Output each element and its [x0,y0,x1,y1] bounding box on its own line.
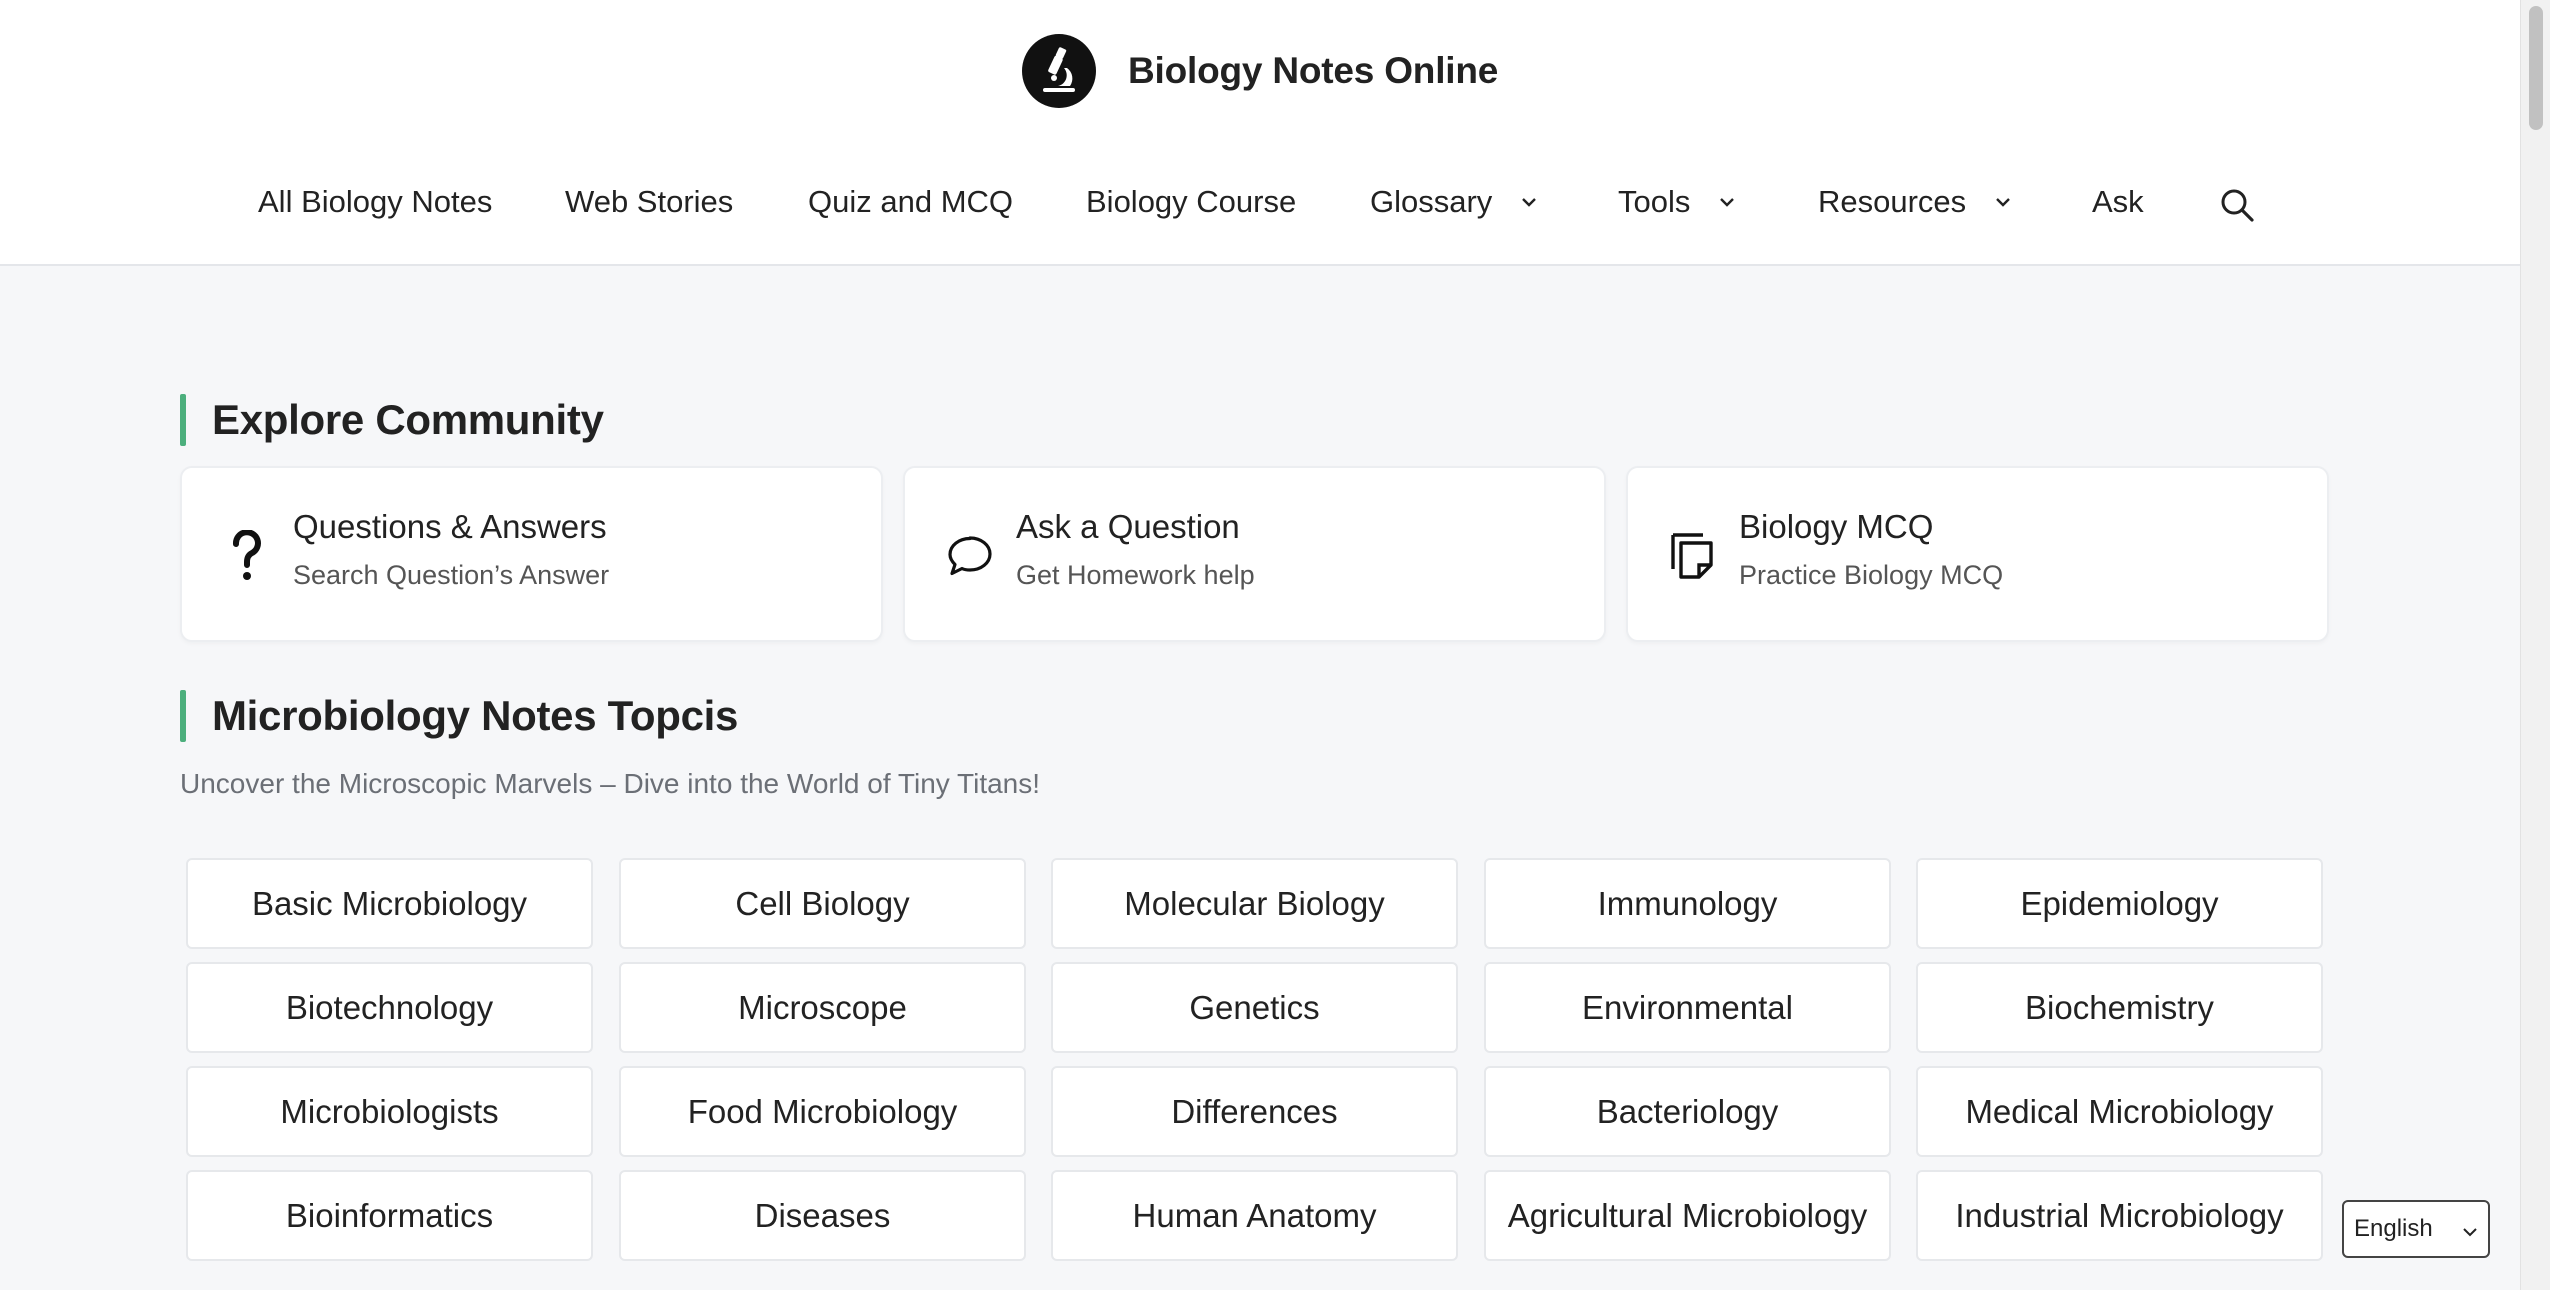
brand[interactable]: Biology Notes Online [1022,34,1498,108]
topic-button[interactable]: Bioinformatics [186,1170,593,1261]
topic-button[interactable]: Medical Microbiology [1916,1066,2323,1157]
topic-button[interactable]: Differences [1051,1066,1458,1157]
question-mark-icon [222,528,272,584]
section-title: Explore Community [212,396,604,443]
card-title: Questions & Answers [293,508,607,545]
topic-button[interactable]: Diseases [619,1170,1026,1261]
topic-button[interactable]: Environmental [1484,962,1891,1053]
topic-button[interactable]: Cell Biology [619,858,1026,949]
card-subtitle: Get Homework help [1016,560,1255,590]
topic-button[interactable]: Molecular Biology [1051,858,1458,949]
nav-quiz-and-mcq[interactable]: Quiz and MCQ [808,184,1013,220]
copy-document-icon [1668,528,1718,584]
nav-label: Quiz and MCQ [808,184,1014,219]
topic-button[interactable]: Food Microbiology [619,1066,1026,1157]
nav-tools[interactable]: Tools [1618,184,1738,220]
language-select-value: English [2354,1215,2433,1242]
chevron-down-icon[interactable] [1518,191,1540,213]
chevron-down-icon[interactable] [1716,191,1738,213]
card-title: Biology MCQ [1739,508,1934,545]
site-title[interactable]: Biology Notes Online [1128,50,1498,92]
section-accent-bar [180,394,186,446]
scrollbar[interactable] [2520,0,2550,1290]
topics-subtitle: Uncover the Microscopic Marvels – Dive i… [180,768,1041,799]
nav-resources[interactable]: Resources [1818,184,2014,220]
nav-label: Web Stories [565,184,734,219]
search-icon[interactable] [2218,186,2256,224]
topic-button[interactable]: Industrial Microbiology [1916,1170,2323,1261]
site-header: Biology Notes Online All Biology Notes W… [0,0,2520,266]
section-accent-bar [180,690,186,742]
topic-button[interactable]: Human Anatomy [1051,1170,1458,1261]
nav-label: Tools [1618,184,1691,219]
scrollbar-thumb[interactable] [2529,6,2543,130]
card-title: Ask a Question [1016,508,1240,545]
topic-button[interactable]: Microscope [619,962,1026,1053]
topic-button[interactable]: Bacteriology [1484,1066,1891,1157]
language-select[interactable]: English [2342,1200,2490,1258]
microscope-icon[interactable] [1022,34,1096,108]
topic-button[interactable]: Biochemistry [1916,962,2323,1053]
card-biology-mcq[interactable]: Biology MCQ Practice Biology MCQ [1626,466,2329,642]
card-ask-question[interactable]: Ask a Question Get Homework help [903,466,1606,642]
card-subtitle: Search Question’s Answer [293,560,610,590]
main-nav: All Biology Notes Web Stories Quiz and M… [0,170,2520,240]
topic-button[interactable]: Biotechnology [186,962,593,1053]
nav-web-stories[interactable]: Web Stories [565,184,733,220]
nav-label: Glossary [1370,184,1493,219]
card-subtitle: Practice Biology MCQ [1739,560,2004,590]
nav-all-biology-notes[interactable]: All Biology Notes [258,184,492,220]
section-title: Microbiology Notes Topcis [212,692,739,739]
topic-button[interactable]: Basic Microbiology [186,858,593,949]
nav-label: Ask [2092,184,2144,219]
speech-bubble-icon [945,528,995,584]
topic-button[interactable]: Epidemiology [1916,858,2323,949]
nav-ask[interactable]: Ask [2092,184,2144,220]
nav-glossary[interactable]: Glossary [1370,184,1540,220]
nav-label: Biology Course [1086,184,1297,219]
topic-button[interactable]: Microbiologists [186,1066,593,1157]
topic-button[interactable]: Immunology [1484,858,1891,949]
community-heading: Explore Community [180,394,604,446]
topic-button[interactable]: Agricultural Microbiology [1484,1170,1891,1261]
card-questions-answers[interactable]: Questions & Answers Search Question’s An… [180,466,883,642]
topic-button[interactable]: Genetics [1051,962,1458,1053]
topics-heading: Microbiology Notes Topcis [180,690,738,742]
chevron-down-icon [2463,1228,2477,1237]
nav-label: All Biology Notes [258,184,493,219]
chevron-down-icon[interactable] [1992,191,2014,213]
nav-label: Resources [1818,184,1967,219]
nav-biology-course[interactable]: Biology Course [1086,184,1296,220]
